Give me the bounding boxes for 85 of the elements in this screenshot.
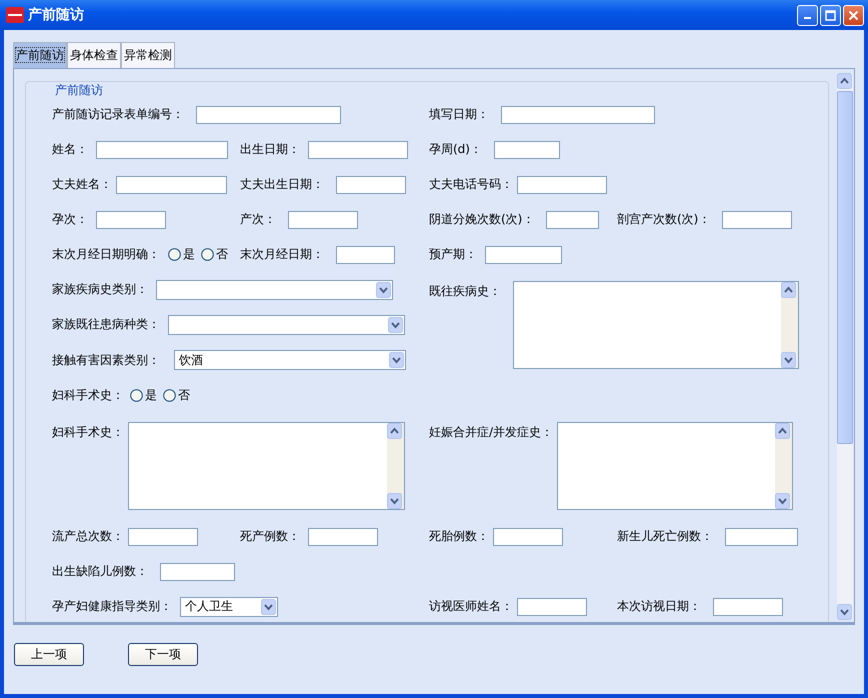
- input-field[interactable]: [517, 176, 607, 194]
- input-field[interactable]: [196, 106, 341, 124]
- field-label: 预产期：: [429, 246, 477, 263]
- text-area[interactable]: [513, 281, 799, 369]
- close-button[interactable]: [843, 4, 864, 26]
- field-label: 剖宫产次数(次)：: [617, 211, 710, 228]
- maximize-button[interactable]: [820, 4, 841, 26]
- input-field[interactable]: [493, 528, 563, 546]
- input-field[interactable]: [494, 140, 560, 158]
- input-field[interactable]: [308, 140, 408, 158]
- nav-button[interactable]: 下一项: [128, 643, 198, 666]
- scroll-up-icon[interactable]: [387, 423, 402, 439]
- dropdown[interactable]: 饮酒: [174, 350, 406, 370]
- input-field[interactable]: [308, 528, 378, 546]
- text-area[interactable]: [557, 422, 794, 510]
- radio-button[interactable]: 否: [163, 387, 190, 404]
- input-field[interactable]: [713, 598, 783, 616]
- field-label: 既往疾病史：: [429, 283, 501, 300]
- maximize-icon: [825, 10, 836, 20]
- field-label: 丈夫出生日期：: [240, 176, 324, 193]
- field-label: 家族疾病史类别：: [52, 281, 148, 298]
- scroll-down-icon[interactable]: [387, 493, 402, 509]
- input-field[interactable]: [722, 210, 792, 228]
- minimize-icon: [804, 17, 811, 19]
- field-label: 产前随访记录表单编号：: [52, 106, 184, 123]
- input-field[interactable]: [160, 562, 235, 580]
- window-title: 产前随访: [28, 6, 84, 24]
- field-label: 末次月经日期明确：: [52, 246, 160, 263]
- scroll-up-icon[interactable]: [837, 73, 852, 89]
- field-label: 姓名：: [52, 141, 88, 158]
- radio-button[interactable]: 是: [168, 246, 195, 263]
- field-label: 末次月经日期：: [240, 246, 324, 263]
- field-label: 孕产妇健康指导类别：: [52, 598, 172, 615]
- field-label: 新生儿死亡例数：: [617, 528, 713, 545]
- field-label: 妇科手术史：: [52, 424, 124, 441]
- field-label: 死胎例数：: [429, 528, 489, 545]
- field-label: 家族既往患病种类：: [52, 316, 160, 334]
- tab[interactable]: 异常检测: [121, 42, 175, 68]
- field-label: 出生缺陷儿例数：: [52, 563, 148, 580]
- scroll-down-icon[interactable]: [837, 604, 852, 620]
- scroll-up-icon[interactable]: [781, 282, 796, 298]
- field-label: 死产例数：: [240, 528, 300, 545]
- field-label: 妊娠合并症/并发症史：: [429, 424, 554, 441]
- app-icon: [6, 7, 24, 23]
- field-label: 丈夫姓名：: [52, 176, 112, 193]
- minimize-button[interactable]: [797, 4, 818, 26]
- tab[interactable]: 身体检查: [67, 42, 121, 68]
- input-field[interactable]: [517, 598, 587, 616]
- field-label: 妇科手术史：: [52, 387, 124, 404]
- input-field[interactable]: [336, 246, 395, 264]
- dropdown[interactable]: [156, 280, 393, 300]
- input-field[interactable]: [336, 176, 406, 194]
- text-area[interactable]: [128, 422, 405, 510]
- field-label: 出生日期：: [240, 141, 300, 158]
- field-label: 丈夫电话号码：: [429, 176, 513, 193]
- input-field[interactable]: [725, 528, 798, 546]
- field-label: 阴道分娩次数(次)：: [429, 211, 534, 228]
- dropdown[interactable]: 个人卫生: [180, 596, 278, 616]
- field-label: 孕周(d)：: [429, 141, 482, 158]
- scroll-thumb[interactable]: [837, 91, 853, 444]
- input-field[interactable]: [128, 528, 198, 546]
- nav-button[interactable]: 上一项: [14, 643, 84, 666]
- input-field[interactable]: [485, 246, 562, 264]
- scroll-down-icon[interactable]: [781, 352, 796, 368]
- field-label: 产次：: [240, 211, 276, 228]
- input-field[interactable]: [96, 210, 166, 228]
- field-label: 接触有害因素类别：: [52, 352, 160, 369]
- field-label: 本次访视日期：: [617, 598, 701, 615]
- input-field[interactable]: [96, 140, 228, 158]
- input-field[interactable]: [546, 210, 600, 228]
- group-title: 产前随访: [54, 83, 104, 97]
- radio-button[interactable]: 是: [130, 387, 157, 404]
- input-field[interactable]: [501, 106, 655, 124]
- close-icon: [848, 10, 859, 20]
- scroll-up-icon[interactable]: [775, 423, 790, 439]
- radio-button[interactable]: 否: [201, 246, 228, 263]
- tab[interactable]: 产前随访: [13, 42, 67, 68]
- scroll-down-icon[interactable]: [775, 493, 790, 509]
- field-label: 流产总次数：: [52, 528, 124, 545]
- input-field[interactable]: [288, 210, 358, 228]
- field-label: 孕次：: [52, 211, 88, 228]
- dropdown[interactable]: [168, 314, 405, 335]
- input-field[interactable]: [116, 176, 227, 194]
- field-label: 访视医师姓名：: [429, 598, 513, 615]
- field-label: 填写日期：: [429, 106, 489, 123]
